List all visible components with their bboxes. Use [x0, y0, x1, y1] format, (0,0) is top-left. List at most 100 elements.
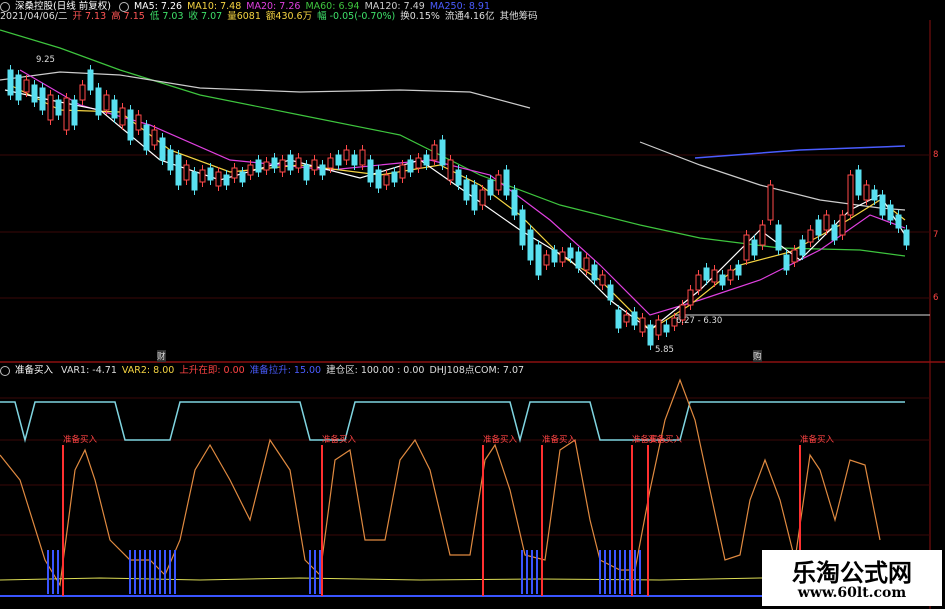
candle-body: [167, 149, 174, 171]
quote-value: 其他筹码: [499, 11, 538, 22]
candle-body: [639, 317, 646, 333]
candle-body: [127, 109, 134, 141]
candle-body: [143, 124, 150, 151]
candle-body: [751, 239, 758, 256]
candle-body: [775, 224, 782, 251]
candle-body: [711, 269, 718, 283]
bar-date: 2021/04/06/二: [0, 11, 68, 22]
watermark-title: 乐淘公式网: [792, 558, 912, 587]
candle-body: [879, 194, 886, 216]
candle-body: [463, 179, 470, 201]
candle-body: [735, 264, 742, 276]
candle-body: [823, 214, 830, 231]
signal-label: 准备买入: [800, 435, 835, 445]
candle-body: [655, 319, 662, 336]
high-price-label: 9.25: [36, 55, 55, 65]
candle-body: [367, 159, 374, 183]
ma250-line: [694, 145, 906, 159]
indicator-value: VAR2: 8.00: [121, 365, 175, 376]
watermark: 乐淘公式网 www.60lt.com: [762, 550, 942, 606]
signal-label: 准备买入: [322, 435, 357, 445]
candle-body: [647, 324, 654, 346]
candle-body: [71, 99, 78, 126]
candle-body: [663, 324, 670, 333]
candle-body: [423, 154, 430, 166]
candle-body: [327, 157, 334, 169]
candle-body: [63, 97, 70, 131]
candle-body: [111, 99, 118, 119]
chart-header-quote: 2021/04/06/二开 7.13 高 7.15 低 7.03 收 7.07 量608…: [0, 10, 930, 23]
candle-body: [407, 159, 414, 173]
candle-body: [759, 224, 766, 246]
candle-body: [7, 69, 14, 96]
quote-value: 收 7.07: [188, 11, 223, 22]
candle-body: [599, 274, 606, 286]
candle-body: [703, 267, 710, 281]
quote-value: 额430.6万: [265, 11, 313, 22]
indicator-header: 准备买入 VAR1: -4.71 VAR2: 8.00 上升在即: 0.00 准备拉升…: [0, 364, 930, 377]
candle-body: [335, 154, 342, 166]
axis-label: 7: [933, 230, 939, 240]
candle-body: [887, 204, 894, 221]
candle-body: [199, 169, 206, 183]
gear-icon[interactable]: [0, 365, 10, 376]
candle-body: [695, 274, 702, 291]
candle-body: [231, 167, 238, 179]
candle-body: [607, 284, 614, 301]
candle-body: [263, 161, 270, 171]
candle-body: [271, 157, 278, 169]
ma60-line: [0, 29, 906, 257]
candle-body: [815, 219, 822, 236]
candle-body: [487, 179, 494, 196]
indicator-value: VAR1: -4.71: [61, 365, 117, 376]
candle-body: [39, 87, 46, 111]
candle-body: [47, 94, 54, 121]
var1-oscillator-line: [0, 378, 881, 587]
quote-value: 换0.15%: [400, 11, 440, 22]
candle-body: [719, 274, 726, 286]
candle-body: [383, 174, 390, 186]
signal-label: 准备买入: [648, 435, 683, 445]
candle-body: [727, 269, 734, 281]
candle-body: [31, 84, 38, 103]
watermark-url: www.60lt.com: [797, 585, 907, 601]
candle-body: [303, 164, 310, 181]
event-marker[interactable]: 财: [157, 350, 166, 362]
candle-body: [15, 74, 22, 101]
candle-body: [479, 189, 486, 206]
candle-body: [831, 224, 838, 241]
candle-body: [399, 164, 406, 179]
candle-body: [23, 79, 30, 93]
quote-value: 开 7.13: [72, 11, 107, 22]
indicator-value: 上升在即: 0.00: [179, 365, 245, 376]
candle-body: [255, 159, 262, 173]
candle-body: [447, 159, 454, 181]
quote-value: 流通4.16亿: [444, 11, 495, 22]
candle-body: [431, 144, 438, 161]
candle-body: [247, 164, 254, 176]
candle-body: [215, 171, 222, 187]
candle-body: [351, 154, 358, 166]
indicator-name: 准备买入: [15, 365, 54, 376]
candle-body: [439, 139, 446, 166]
candle-body: [687, 289, 694, 306]
signal-label: 准备买入: [483, 435, 518, 445]
candle-body: [103, 94, 110, 111]
candle-body: [783, 254, 790, 271]
event-marker[interactable]: 购: [753, 350, 762, 362]
candle-body: [871, 189, 878, 201]
candle-body: [223, 174, 230, 186]
candle-body: [847, 174, 854, 216]
candle-body: [575, 251, 582, 269]
quote-value: 高 7.15: [111, 11, 145, 22]
candle-body: [567, 247, 574, 259]
candle-body: [559, 251, 566, 263]
candle-body: [135, 114, 142, 131]
signal-label: 准备买入: [63, 435, 98, 445]
candle-body: [615, 309, 622, 329]
axis-label: 8: [933, 150, 939, 160]
stock-chart-canvas[interactable]: [0, 0, 945, 609]
candle-body: [791, 249, 798, 263]
candle-body: [903, 229, 910, 246]
candle-body: [543, 254, 550, 266]
